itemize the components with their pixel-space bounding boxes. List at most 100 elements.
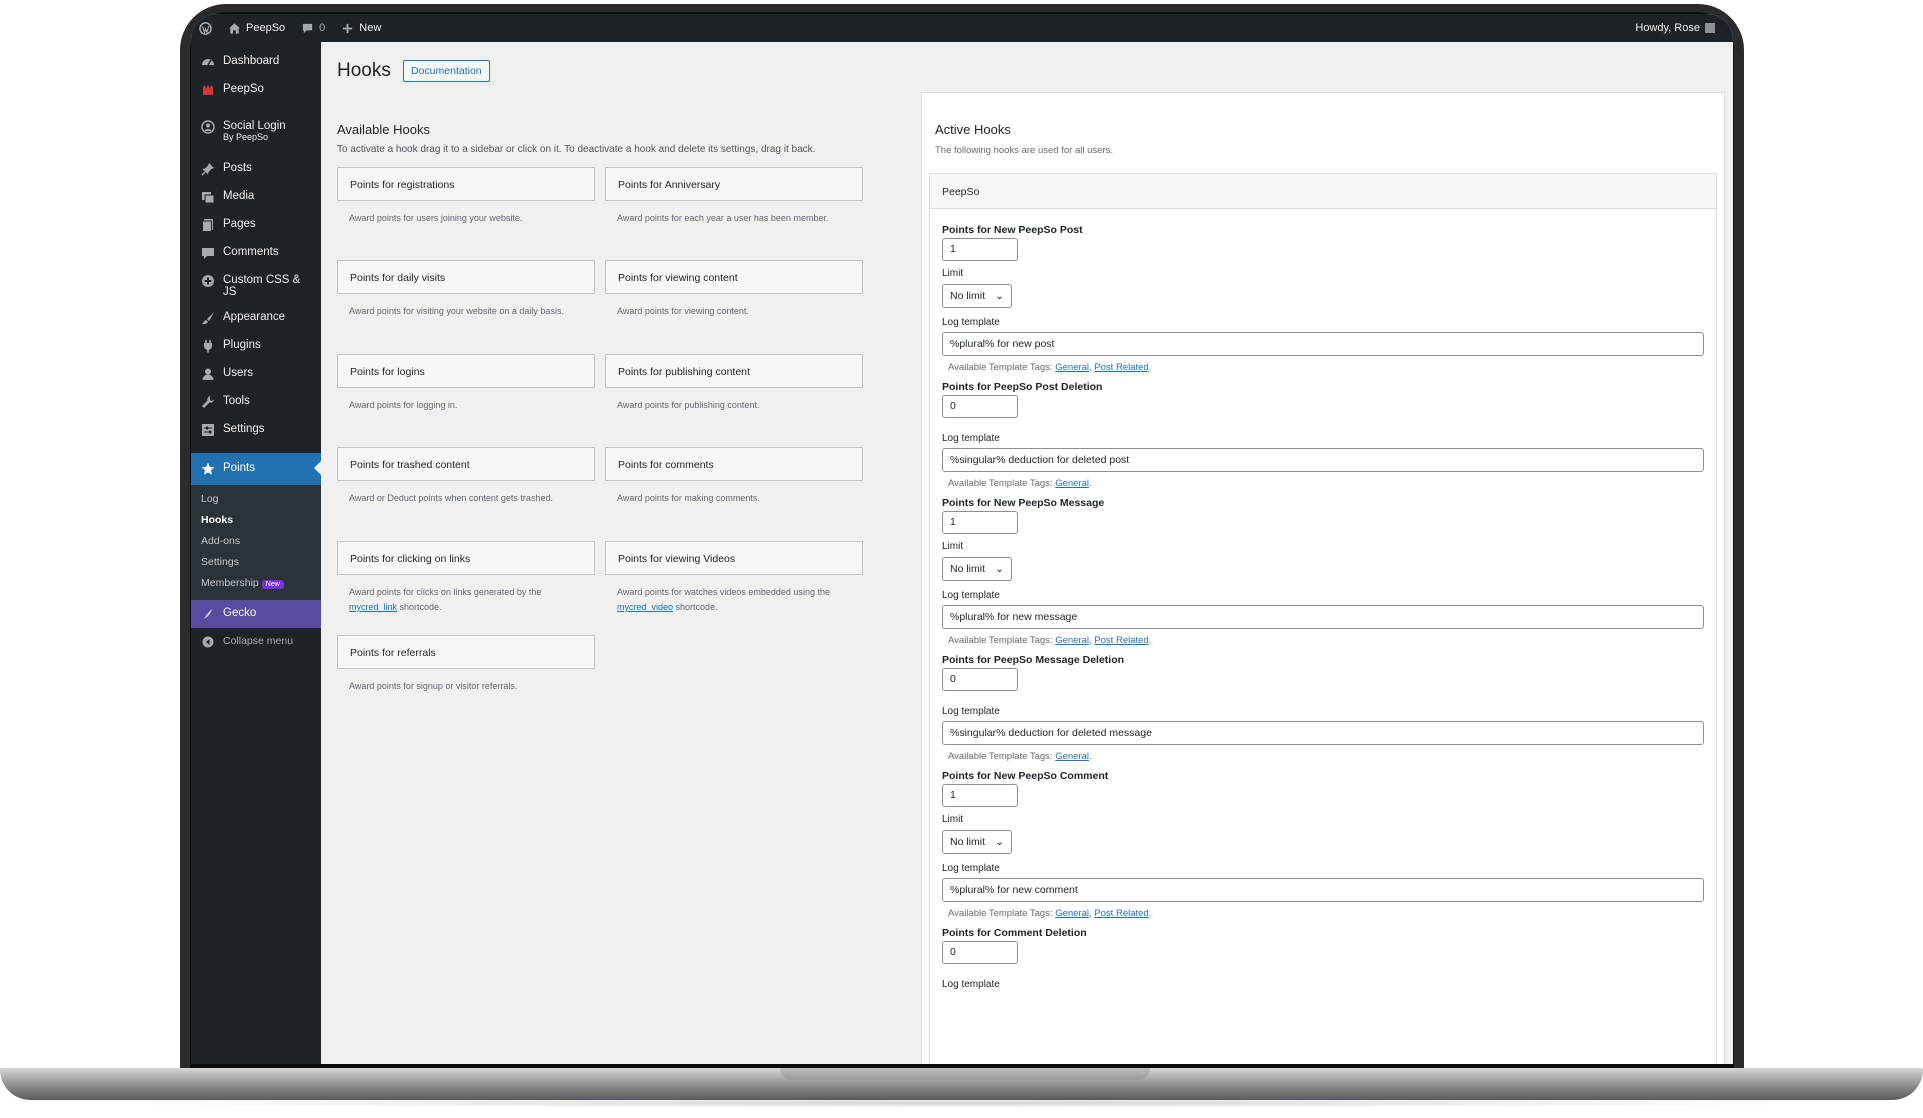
hook-referrals[interactable]: Points for referrals Award points for si… [337,635,595,694]
comments-link[interactable]: 0 [293,14,333,42]
mycred-link-shortcode-link[interactable]: mycred_link [349,602,397,612]
tag-general-link[interactable]: General [1055,635,1089,646]
limit-value: No limit [950,563,986,575]
tags-prefix: Available Template Tags: [948,362,1053,373]
hook-daily-visits[interactable]: Points for daily visits Award points for… [337,260,595,319]
tag-post-related-link[interactable]: Post Related [1094,635,1148,646]
main-content: Hooks Documentation Available Hooks To a… [321,42,1733,1064]
laptop-shadow [60,1098,1860,1108]
points-message-deletion-input[interactable]: 0 [942,668,1018,691]
hook-anniversary[interactable]: Points for Anniversary Award points for … [605,167,863,226]
admin-bar: PeepSo 0 New Howdy, Rose [191,14,1733,42]
points-post-deletion-input[interactable]: 0 [942,395,1018,418]
limit-new-post-select[interactable]: No limit ⌄ [942,284,1012,308]
star-icon [201,462,215,475]
hook-publishing-content[interactable]: Points for publishing content Award poin… [605,354,863,413]
sidebar-item-comments[interactable]: Comments [191,239,321,267]
hook-title[interactable]: Points for logins [337,354,595,388]
sidebar-item-pages[interactable]: Pages [191,211,321,239]
points-new-message-input[interactable]: 1 [942,511,1018,534]
sidebar-item-tools[interactable]: Tools [191,388,321,416]
points-new-comment-input[interactable]: 1 [942,784,1018,807]
tag-general-link[interactable]: General [1055,478,1089,489]
sidebar-item-users[interactable]: Users [191,360,321,388]
submenu-add-ons[interactable]: Add-ons [191,531,321,552]
points-new-post-input[interactable]: 1 [942,238,1018,261]
hook-trashed-content[interactable]: Points for trashed content Award or Dedu… [337,447,595,506]
hook-desc: Award points for each year a user has be… [617,213,829,223]
tag-general-link[interactable]: General [1055,751,1089,762]
limit-new-message-select[interactable]: No limit ⌄ [942,557,1012,581]
documentation-button[interactable]: Documentation [403,60,490,82]
hook-clicking-links[interactable]: Points for clicking on links Award point… [337,541,595,615]
hook-registrations[interactable]: Points for registrations Award points fo… [337,167,595,226]
hook-logins[interactable]: Points for logins Award points for loggi… [337,354,595,413]
log-template-label: Log template [942,590,1000,601]
sidebar-item-settings[interactable]: Settings [191,416,321,444]
sidebar-item-dashboard[interactable]: Dashboard [191,48,321,76]
new-content-link[interactable]: New [333,14,389,42]
account-menu[interactable]: Howdy, Rose [1627,14,1733,42]
sidebar-item-label: Users [223,367,254,379]
hook-desc-text: Award points for clicks on links generat… [349,587,542,597]
mycred-video-shortcode-link[interactable]: mycred_video [617,602,673,612]
limit-new-comment-select[interactable]: No limit ⌄ [942,830,1012,854]
sidebar-item-points[interactable]: Points [191,453,321,485]
hook-title[interactable]: Points for clicking on links [337,541,595,575]
hook-title[interactable]: Points for registrations [337,167,595,201]
plus-circle-icon [202,275,214,287]
hook-title[interactable]: Points for viewing content [605,260,863,294]
sidebar-item-gecko[interactable]: Gecko [191,600,321,628]
tag-post-related-link[interactable]: Post Related [1094,362,1148,373]
active-hooks-sidebar: Active Hooks The following hooks are use… [921,92,1725,1064]
points-comment-deletion-input[interactable]: 0 [942,941,1018,964]
limit-value: No limit [950,290,986,302]
tag-general-link[interactable]: General [1055,908,1089,919]
hook-title[interactable]: Points for publishing content [605,354,863,388]
sidebar-item-label: Points [223,462,255,474]
hook-desc-text: Award points for watches videos embedded… [617,587,830,597]
log-template-new-post-input[interactable]: %plural% for new post [942,332,1704,356]
sidebar-item-social-login[interactable]: Social Login By PeepSo [191,113,321,155]
submenu-log[interactable]: Log [191,489,321,510]
hook-comments[interactable]: Points for comments Award points for mak… [605,447,863,506]
hook-title[interactable]: Points for daily visits [337,260,595,294]
tag-post-related-link[interactable]: Post Related [1094,908,1148,919]
points-submenu: Log Hooks Add-ons Settings Membership New [191,485,321,600]
log-template-new-comment-input[interactable]: %plural% for new comment [942,878,1704,902]
collapse-icon [202,636,214,648]
hook-title[interactable]: Points for trashed content [337,447,595,481]
hook-desc-tail: shortcode. [675,602,718,612]
collapse-menu-button[interactable]: Collapse menu [191,628,321,656]
comment-bubble-icon [303,23,313,33]
submenu-membership[interactable]: Membership New [191,573,321,594]
submenu-hooks[interactable]: Hooks [191,510,321,531]
hook-title[interactable]: Points for Anniversary [605,167,863,201]
tag-general-link[interactable]: General [1055,362,1089,373]
peepso-panel-header[interactable]: PeepSo [930,174,1716,209]
sidebar-item-peepso[interactable]: PeepSo [191,76,321,104]
page-title: Hooks [337,60,391,81]
log-template-message-deletion-input[interactable]: %singular% deduction for deleted message [942,721,1704,745]
sidebar-item-appearance[interactable]: Appearance [191,304,321,332]
limit-label: Limit [942,814,964,825]
sidebar-item-plugins[interactable]: Plugins [191,332,321,360]
sidebar-item-posts[interactable]: Posts [191,155,321,183]
field-new-post-label: Points for New PeepSo Post [942,220,1083,238]
sidebar-item-label: Settings [223,423,265,435]
log-template-post-deletion-input[interactable]: %singular% deduction for deleted post [942,448,1704,472]
hook-title[interactable]: Points for viewing Videos [605,541,863,575]
sidebar-item-custom-css-js[interactable]: Custom CSS & JS [191,267,321,298]
collapse-label: Collapse menu [223,635,294,647]
sidebar-item-media[interactable]: Media [191,183,321,211]
log-template-new-message-input[interactable]: %plural% for new message [942,605,1704,629]
hook-title[interactable]: Points for referrals [337,635,595,669]
chevron-down-icon: ⌄ [995,290,1004,302]
submenu-settings[interactable]: Settings [191,552,321,573]
wp-logo-menu[interactable] [191,14,220,42]
hook-viewing-videos[interactable]: Points for viewing Videos Award points f… [605,541,863,615]
hook-viewing-content[interactable]: Points for viewing content Award points … [605,260,863,319]
hook-title[interactable]: Points for comments [605,447,863,481]
field-post-deletion-label: Points for PeepSo Post Deletion [942,377,1102,395]
site-name-link[interactable]: PeepSo [220,14,293,42]
